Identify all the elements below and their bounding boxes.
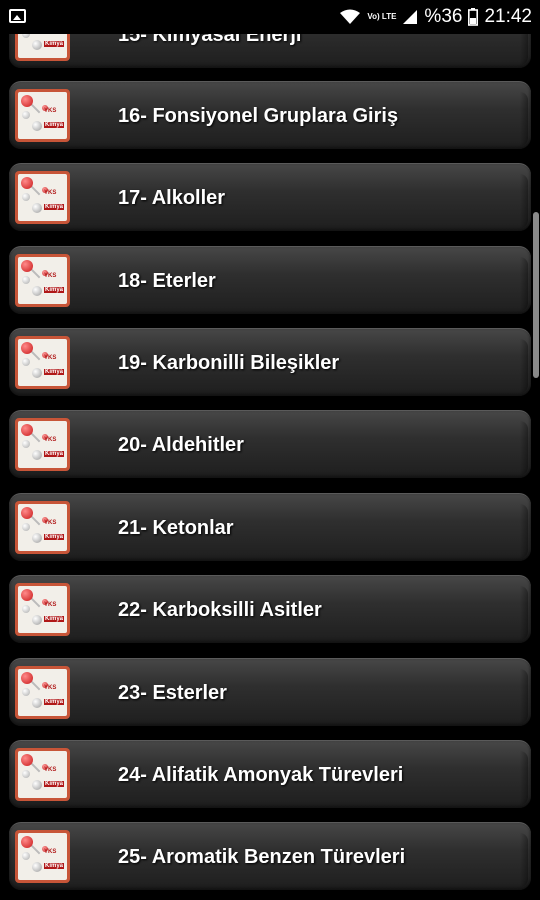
signal-icon [402,9,418,25]
list-item[interactable]: YKS Kimya 23- Esterler [9,658,531,726]
list-item[interactable]: YKSKimya 15- Kimyasal Enerji [9,34,531,68]
battery-icon [468,8,479,26]
list-item-label: 21- Ketonlar [118,517,234,539]
yks-kimya-logo-icon: YKSKimya [15,748,70,801]
image-notification-icon [9,9,26,23]
volte-indicator: Vo) LTE [367,12,397,21]
yks-kimya-logo-icon: YKSKimya [15,583,70,636]
list-item[interactable]: YKS Kimya 24- Alifatik Amonyak Türevleri [9,740,531,808]
yks-kimya-logo-icon: YKSKimya [15,34,70,61]
clock: 21:42 [484,6,532,27]
list-item-label: 18- Eterler [118,270,216,292]
yks-kimya-logo-icon: YKSKimya [15,830,70,883]
battery-percent: %36 [424,6,463,27]
list-item[interactable]: YKS Kimya 17- Alkoller [9,163,531,231]
yks-kimya-logo-icon: YKSKimya [15,418,70,471]
list-item-label: 16- Fonsiyonel Gruplara Giriş [118,105,399,127]
topic-list[interactable]: YKSKimya 15- Kimyasal Enerji YKSKimya 16- F… [0,34,540,900]
list-item[interactable]: YKS Kimya 21- Ketonlar [9,493,531,561]
yks-kimya-logo-icon: YKSKimya [15,336,70,389]
list-item-label: 22- Karboksilli Asitler [118,599,322,621]
yks-kimya-logo-icon: YKSKimya [15,254,70,307]
list-item[interactable]: YKS Kimya 22- Karboksilli Asitler [9,575,531,643]
list-item-label: 23- Esterler [118,682,227,704]
list-item-label: 20- Aldehitler [118,434,244,456]
list-item[interactable]: YKS Kimya 20- Aldehitler [9,410,531,478]
list-item-label: 15- Kimyasal Enerji [118,34,302,46]
status-right: Vo) LTE %36 21:42 [339,6,532,28]
yks-kimya-logo-icon: YKSKimya [15,501,70,554]
wifi-icon [339,9,361,25]
list-item[interactable]: YKS Kimya 19- Karbonilli Bileşikler [9,328,531,396]
status-bar: Vo) LTE %36 21:42 [0,0,540,34]
scrollbar-thumb[interactable] [533,212,539,378]
list-item[interactable]: YKS Kimya 16- Fonsiyonel Gruplara Giriş [9,81,531,149]
list-item-label: 19- Karbonilli Bileşikler [118,352,340,374]
yks-kimya-logo-icon: YKSKimya [15,171,70,224]
list-item-label: 25- Aromatik Benzen Türevleri [118,846,406,868]
list-item-label: 17- Alkoller [118,187,226,209]
yks-kimya-logo-icon: YKSKimya [15,666,70,719]
list-item[interactable]: YKS Kimya 18- Eterler [9,246,531,314]
list-item[interactable]: YKS Kimya 25- Aromatik Benzen Türevleri [9,822,531,890]
yks-kimya-logo-icon: YKSKimya [15,89,70,142]
list-item-label: 24- Alifatik Amonyak Türevleri [118,764,404,786]
